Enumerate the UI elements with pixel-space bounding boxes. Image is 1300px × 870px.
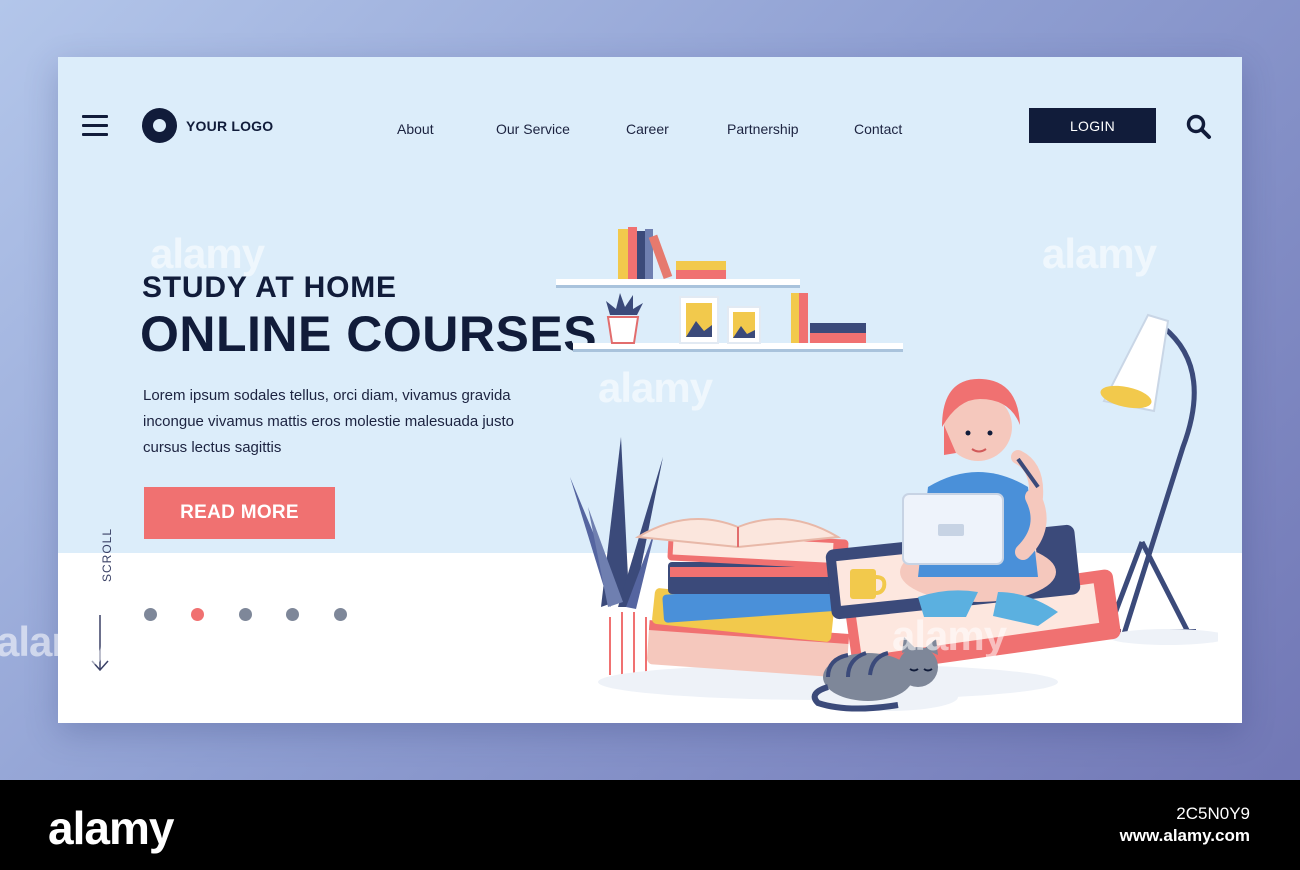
- footer-image-id: 2C5N0Y9: [1176, 804, 1250, 823]
- slide-pagination: [144, 608, 354, 622]
- hero-description: Lorem ipsum sodales tellus, orci diam, v…: [143, 387, 515, 456]
- nav-link-about[interactable]: About: [397, 121, 434, 137]
- footer-url: www.alamy.com: [1119, 826, 1250, 845]
- pagination-dot[interactable]: [286, 608, 299, 621]
- search-icon[interactable]: [1185, 113, 1213, 141]
- pagination-dot[interactable]: [334, 608, 347, 621]
- nav-link-our-service[interactable]: Our Service: [496, 121, 570, 137]
- read-more-button[interactable]: READ MORE: [144, 487, 335, 539]
- watermark: alamy: [150, 230, 265, 277]
- logo-mark-icon: [142, 108, 177, 143]
- footer-brand-logo: alamy: [48, 802, 174, 854]
- watermark: alamy: [892, 612, 1007, 659]
- nav-link-career[interactable]: Career: [626, 121, 669, 137]
- watermark: alamy: [0, 618, 111, 665]
- pagination-dot[interactable]: [144, 608, 157, 621]
- wall-shelves: [556, 227, 903, 352]
- site-logo[interactable]: YOUR LOGO: [142, 108, 273, 143]
- stock-footer-bar: alamy 2C5N0Y9 www.alamy.com: [0, 780, 1300, 870]
- logo-text: YOUR LOGO: [186, 117, 274, 134]
- book-stack: [634, 518, 850, 678]
- pagination-dot[interactable]: [239, 608, 252, 621]
- login-button[interactable]: LOGIN: [1029, 108, 1156, 143]
- watermark: alamy: [598, 364, 713, 411]
- scroll-label: SCROLL: [100, 527, 114, 582]
- nav-link-contact[interactable]: Contact: [854, 121, 902, 137]
- pagination-dot-active[interactable]: [191, 608, 204, 621]
- watermark: alamy: [1042, 230, 1157, 277]
- hamburger-menu-icon[interactable]: [82, 115, 108, 137]
- nav-link-partnership[interactable]: Partnership: [727, 121, 799, 137]
